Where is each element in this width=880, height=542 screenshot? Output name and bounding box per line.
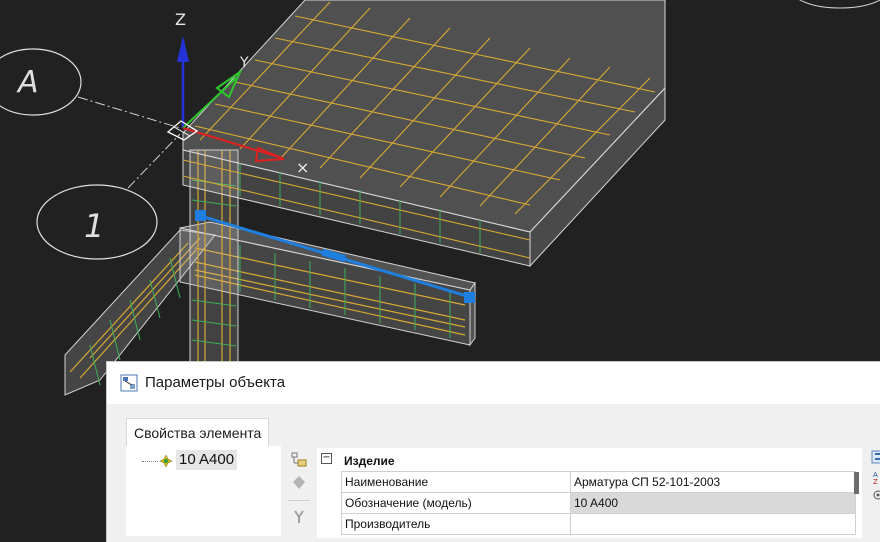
grid-bubble-partial (799, 0, 880, 9)
grip-end[interactable] (464, 292, 475, 303)
grid-scrollbar-thumb[interactable] (854, 472, 859, 494)
tag-icon[interactable] (290, 474, 308, 492)
property-row[interactable]: Производитель (341, 514, 856, 535)
filter-icon[interactable] (871, 488, 880, 502)
property-row[interactable]: Обозначение (модель) 10 A400 (341, 493, 856, 514)
grid-label-a: А (16, 65, 39, 100)
property-value[interactable]: 10 A400 (571, 493, 856, 514)
grid-axis-a: А (0, 48, 82, 116)
element-tree: 10 A400 (126, 446, 281, 536)
axis-line-a (77, 96, 181, 129)
property-value[interactable] (571, 514, 856, 535)
property-name: Производитель (341, 514, 571, 535)
properties-grid: − Изделие Наименование Арматура СП 52-10… (317, 448, 862, 538)
property-name: Наименование (341, 472, 571, 493)
tab-element-properties[interactable]: Свойства элемента (126, 418, 270, 446)
collapse-group-toggle[interactable]: − (321, 453, 332, 464)
property-row[interactable]: Наименование Арматура СП 52-101-2003 (341, 472, 856, 493)
svg-text:×: × (296, 158, 309, 177)
object-params-dialog: Параметры объекта Свойства элемента 10 A… (106, 361, 880, 542)
axis-y-label: Y (239, 55, 249, 71)
grip-start[interactable] (195, 210, 206, 221)
property-value[interactable]: Арматура СП 52-101-2003 (571, 472, 856, 493)
rebar-node-icon (159, 454, 173, 468)
cut-icon[interactable] (290, 508, 308, 526)
floor-slab[interactable] (182, 0, 666, 268)
svg-text:Z: Z (873, 478, 878, 484)
property-name: Обозначение (модель) (341, 493, 571, 514)
grid-label-1: 1 (84, 207, 104, 245)
object-params-icon (120, 374, 138, 392)
dialog-titlebar[interactable]: Параметры объекта (107, 362, 880, 404)
sort-category-icon[interactable] (871, 450, 880, 464)
group-label: Изделие (341, 451, 856, 472)
tree-tool-icon[interactable] (290, 451, 308, 469)
property-group-header[interactable]: Изделие (341, 451, 856, 472)
tree-node-label[interactable]: 10 A400 (176, 450, 238, 470)
axis-line-1 (127, 133, 181, 189)
tree-connector (142, 461, 158, 462)
sort-az-icon[interactable]: A Z (871, 470, 880, 484)
axis-z-label: Z (175, 10, 186, 29)
grid-toolbar: A Z (867, 448, 880, 538)
grid-axis-1: 1 (36, 184, 158, 260)
dialog-title: Параметры объекта (145, 374, 286, 391)
tree-toolbar (285, 446, 313, 536)
